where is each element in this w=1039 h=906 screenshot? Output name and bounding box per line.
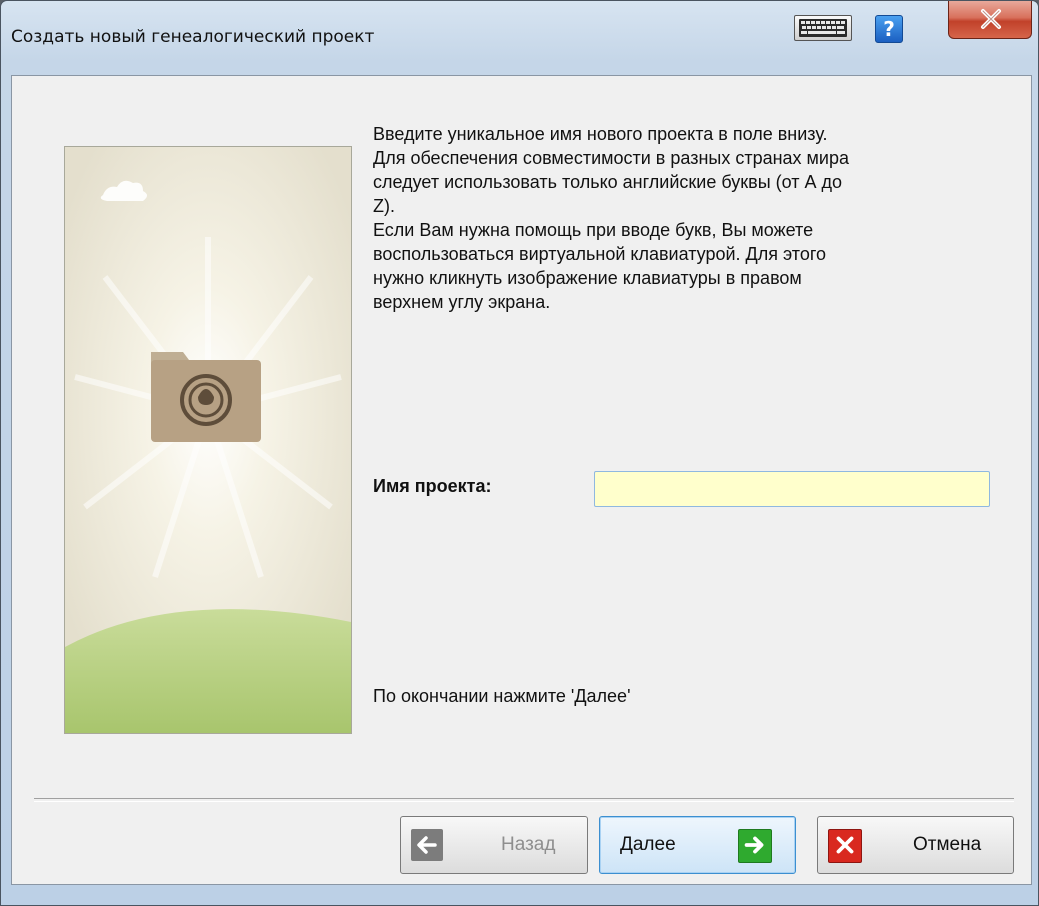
next-button[interactable]: Далее xyxy=(599,816,796,874)
instructions-text: Введите уникальное имя нового проекта в … xyxy=(373,124,849,312)
project-name-input[interactable] xyxy=(594,471,990,507)
back-button[interactable]: Назад xyxy=(400,816,588,874)
finish-hint-text: По окончании нажмите 'Далее' xyxy=(373,686,631,706)
help-icon: ? xyxy=(883,17,895,41)
keyboard-icon xyxy=(799,19,847,37)
window-title: Создать новый генеалогический проект xyxy=(11,27,375,47)
close-icon xyxy=(981,9,1001,29)
virtual-keyboard-button[interactable] xyxy=(794,15,852,41)
close-button[interactable] xyxy=(948,1,1032,39)
dialog-window: Создать новый генеалогический проект ? В… xyxy=(0,0,1039,906)
arrow-right-icon xyxy=(738,829,772,863)
arrow-left-icon xyxy=(411,829,443,861)
project-name-label: Имя проекта: xyxy=(373,476,492,496)
button-separator xyxy=(34,798,1014,802)
folder-tree-icon xyxy=(151,352,261,442)
back-button-label: Назад xyxy=(501,834,556,855)
cancel-button-label: Отмена xyxy=(913,834,982,855)
cancel-button[interactable]: Отмена xyxy=(817,816,1014,874)
wizard-illustration xyxy=(64,146,352,734)
help-button[interactable]: ? xyxy=(875,15,903,43)
illustration-graphic xyxy=(65,147,351,733)
title-bar: Создать новый генеалогический проект ? xyxy=(1,1,1038,76)
next-button-label: Далее xyxy=(620,834,676,855)
dialog-body: Введите уникальное имя нового проекта в … xyxy=(11,75,1032,885)
cross-icon xyxy=(828,829,862,863)
